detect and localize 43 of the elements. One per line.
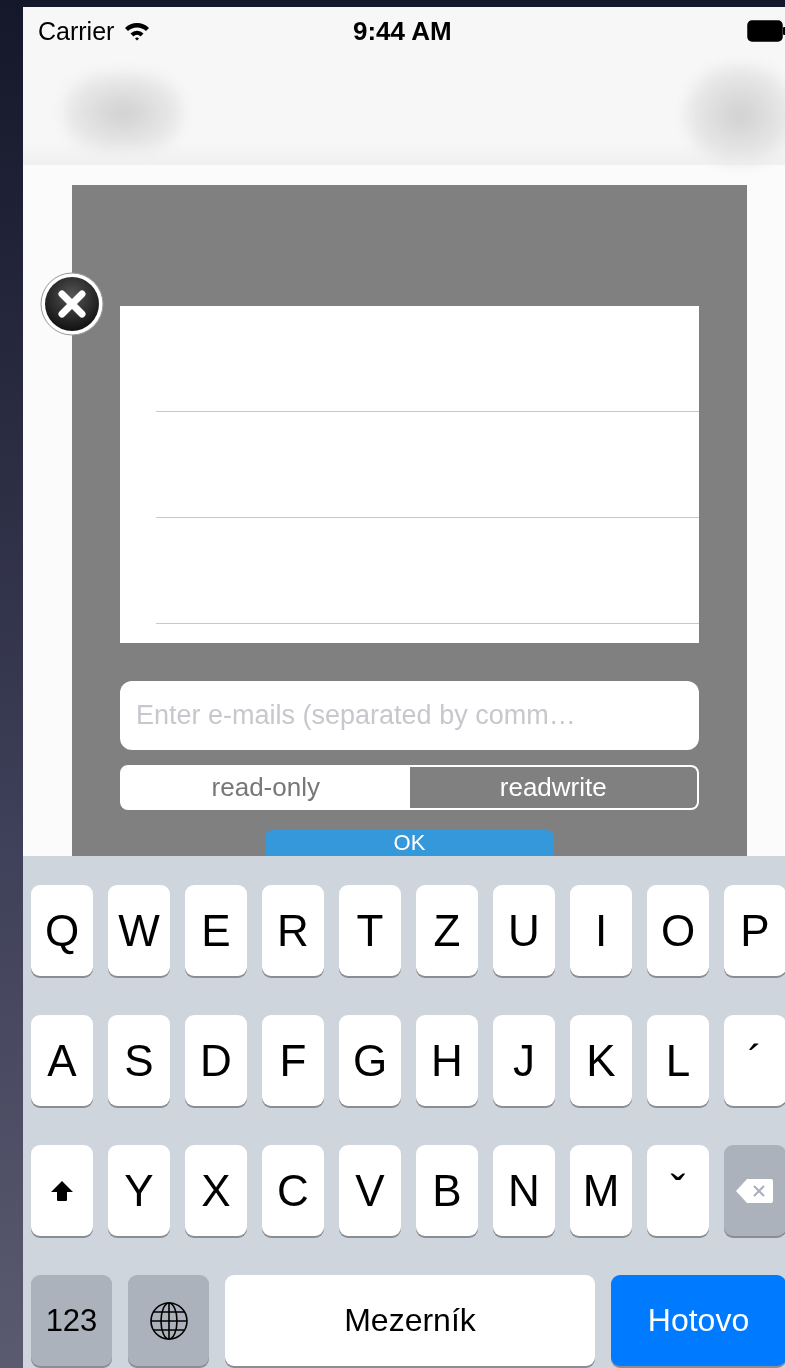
- carrier-name: Carrier: [38, 16, 115, 46]
- globe-key[interactable]: [128, 1275, 209, 1366]
- letter-key[interactable]: ˇ: [647, 1145, 709, 1236]
- letter-key[interactable]: K: [570, 1015, 632, 1106]
- letter-key[interactable]: A: [31, 1015, 93, 1106]
- numbers-key[interactable]: 123: [31, 1275, 112, 1366]
- letter-key[interactable]: J: [493, 1015, 555, 1106]
- letter-key[interactable]: M: [570, 1145, 632, 1236]
- globe-icon: [148, 1300, 189, 1341]
- letter-key[interactable]: Z: [416, 885, 478, 976]
- letter-key[interactable]: T: [339, 885, 401, 976]
- letter-key[interactable]: F: [262, 1015, 324, 1106]
- letter-key[interactable]: S: [108, 1015, 170, 1106]
- space-key[interactable]: Mezerník: [225, 1275, 595, 1366]
- letter-key[interactable]: U: [493, 885, 555, 976]
- backspace-icon: [735, 1176, 775, 1205]
- letter-key[interactable]: D: [185, 1015, 247, 1106]
- close-icon[interactable]: [39, 271, 105, 337]
- letter-key[interactable]: L: [647, 1015, 709, 1106]
- letter-key[interactable]: I: [570, 885, 632, 976]
- letter-key[interactable]: W: [108, 885, 170, 976]
- letter-key[interactable]: B: [416, 1145, 478, 1236]
- done-key[interactable]: Hotovo: [611, 1275, 785, 1366]
- segment-tab[interactable]: readwrite: [409, 767, 697, 808]
- letter-key[interactable]: X: [185, 1145, 247, 1236]
- letter-key[interactable]: P: [724, 885, 785, 976]
- letter-key[interactable]: G: [339, 1015, 401, 1106]
- letter-key[interactable]: E: [185, 885, 247, 976]
- letter-key[interactable]: V: [339, 1145, 401, 1236]
- letter-key[interactable]: H: [416, 1015, 478, 1106]
- letter-key[interactable]: N: [493, 1145, 555, 1236]
- letter-key[interactable]: R: [262, 885, 324, 976]
- letter-key[interactable]: O: [647, 885, 709, 976]
- battery-icon: [747, 19, 785, 43]
- letter-key[interactable]: Q: [31, 885, 93, 976]
- shift-icon: [50, 1179, 74, 1202]
- shift-key[interactable]: [31, 1145, 93, 1236]
- letter-key[interactable]: Y: [108, 1145, 170, 1236]
- status-time: 9:44 AM: [353, 15, 452, 47]
- email-field[interactable]: Enter e-mails (separated by comm…: [120, 681, 699, 750]
- wifi-icon: [124, 21, 151, 41]
- letter-key[interactable]: ´: [724, 1015, 785, 1106]
- letter-key[interactable]: C: [262, 1145, 324, 1236]
